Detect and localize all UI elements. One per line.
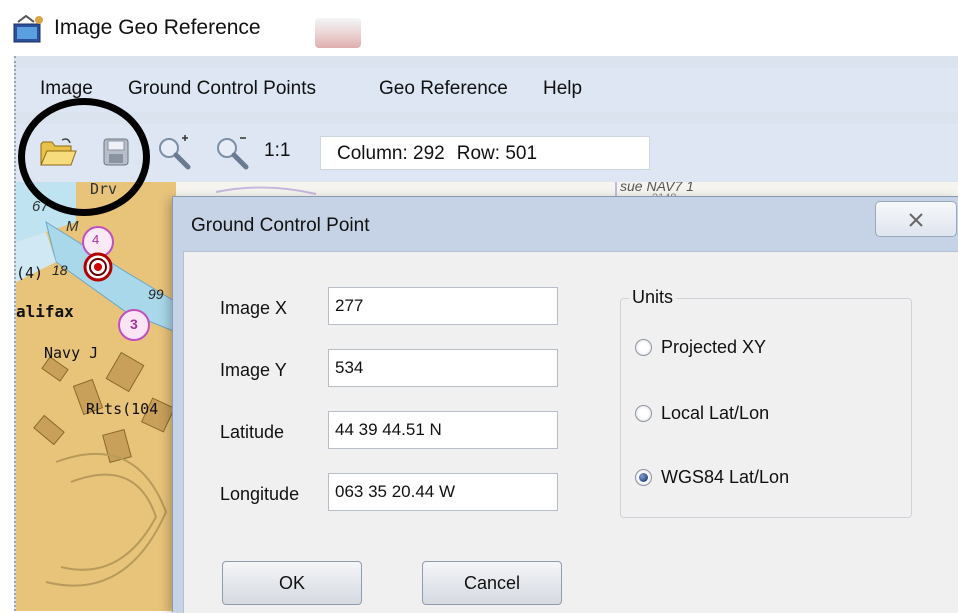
radio-label: Projected XY — [661, 337, 767, 357]
image-y-label: Image Y — [220, 360, 287, 380]
radio-label: Local Lat/Lon — [661, 403, 770, 423]
close-button[interactable] — [875, 201, 957, 237]
radio-button-selected-icon — [635, 469, 652, 486]
row-label: Row: — [456, 143, 501, 164]
ground-control-point-dialog: Ground Control Point Image X Image Y Lat… — [172, 196, 958, 613]
dialog-body: Image X Image Y Latitude Longitude Units… — [183, 251, 958, 613]
map-label: RLts(104 — [86, 400, 159, 418]
map-label: alifax — [16, 302, 74, 321]
map-label: Drv — [90, 182, 118, 198]
column-value: 292 — [413, 143, 445, 164]
app-icon — [13, 14, 43, 43]
radio-button-icon — [635, 405, 652, 422]
latitude-label: Latitude — [220, 422, 285, 442]
radio-local-lat-lon[interactable]: Local Lat/Lon — [635, 403, 769, 424]
dialog-title: Ground Control Point — [191, 215, 370, 236]
map-marker-label: 3 — [130, 316, 138, 332]
toolbar: 1:1 Column: 292 Row: 501 — [16, 124, 958, 182]
menu-geo-reference[interactable]: Geo Reference — [379, 78, 508, 100]
radio-wgs84-lat-lon[interactable]: WGS84 Lat/Lon — [635, 467, 789, 488]
close-icon — [909, 213, 923, 227]
radio-label: WGS84 Lat/Lon — [661, 467, 790, 487]
open-folder-icon — [40, 138, 77, 166]
map-label: (4) — [16, 264, 44, 282]
map-label: Navy J — [44, 344, 99, 362]
cancel-button[interactable]: Cancel — [422, 561, 562, 605]
ok-button[interactable]: OK — [222, 561, 362, 605]
radio-button-icon — [635, 339, 652, 356]
longitude-input[interactable] — [328, 473, 558, 511]
open-button[interactable] — [34, 130, 82, 174]
save-icon — [103, 138, 129, 166]
units-legend: Units — [629, 287, 677, 308]
title-bar: Image Geo Reference — [0, 0, 958, 56]
background-window-thumbnail — [315, 18, 361, 48]
map-label: M — [66, 218, 79, 235]
map-label: 67 — [32, 198, 49, 215]
latitude-input[interactable] — [328, 411, 558, 449]
image-x-input[interactable] — [328, 287, 558, 325]
menu-help[interactable]: Help — [543, 78, 582, 100]
menu-bar: Image Ground Control Points Geo Referenc… — [16, 68, 958, 112]
cursor-position-readout: Column: 292 Row: 501 — [320, 136, 650, 170]
zoom-in-icon — [159, 135, 191, 170]
image-x-label: Image X — [220, 298, 288, 318]
column-label: Column: — [337, 143, 408, 164]
units-groupbox: Units Projected XY Local Lat/Lon WGS84 L… — [620, 287, 912, 518]
zoom-out-button[interactable] — [208, 130, 256, 174]
radio-projected-xy[interactable]: Projected XY — [635, 337, 766, 358]
map-label: 18 — [52, 262, 68, 278]
map-marker-label: 4 — [92, 232, 100, 247]
longitude-label: Longitude — [220, 484, 300, 504]
zoom-in-button[interactable] — [150, 130, 198, 174]
row-value: 501 — [505, 143, 538, 164]
image-y-input[interactable] — [328, 349, 558, 387]
map-label: 99 — [148, 286, 164, 302]
menu-image[interactable]: Image — [40, 78, 93, 100]
zoom-reset-button[interactable]: 1:1 — [264, 140, 290, 162]
menu-ground-control-points[interactable]: Ground Control Points — [128, 78, 316, 100]
zoom-out-icon — [217, 137, 249, 170]
save-button[interactable] — [92, 130, 140, 174]
window-title: Image Geo Reference — [54, 16, 261, 39]
